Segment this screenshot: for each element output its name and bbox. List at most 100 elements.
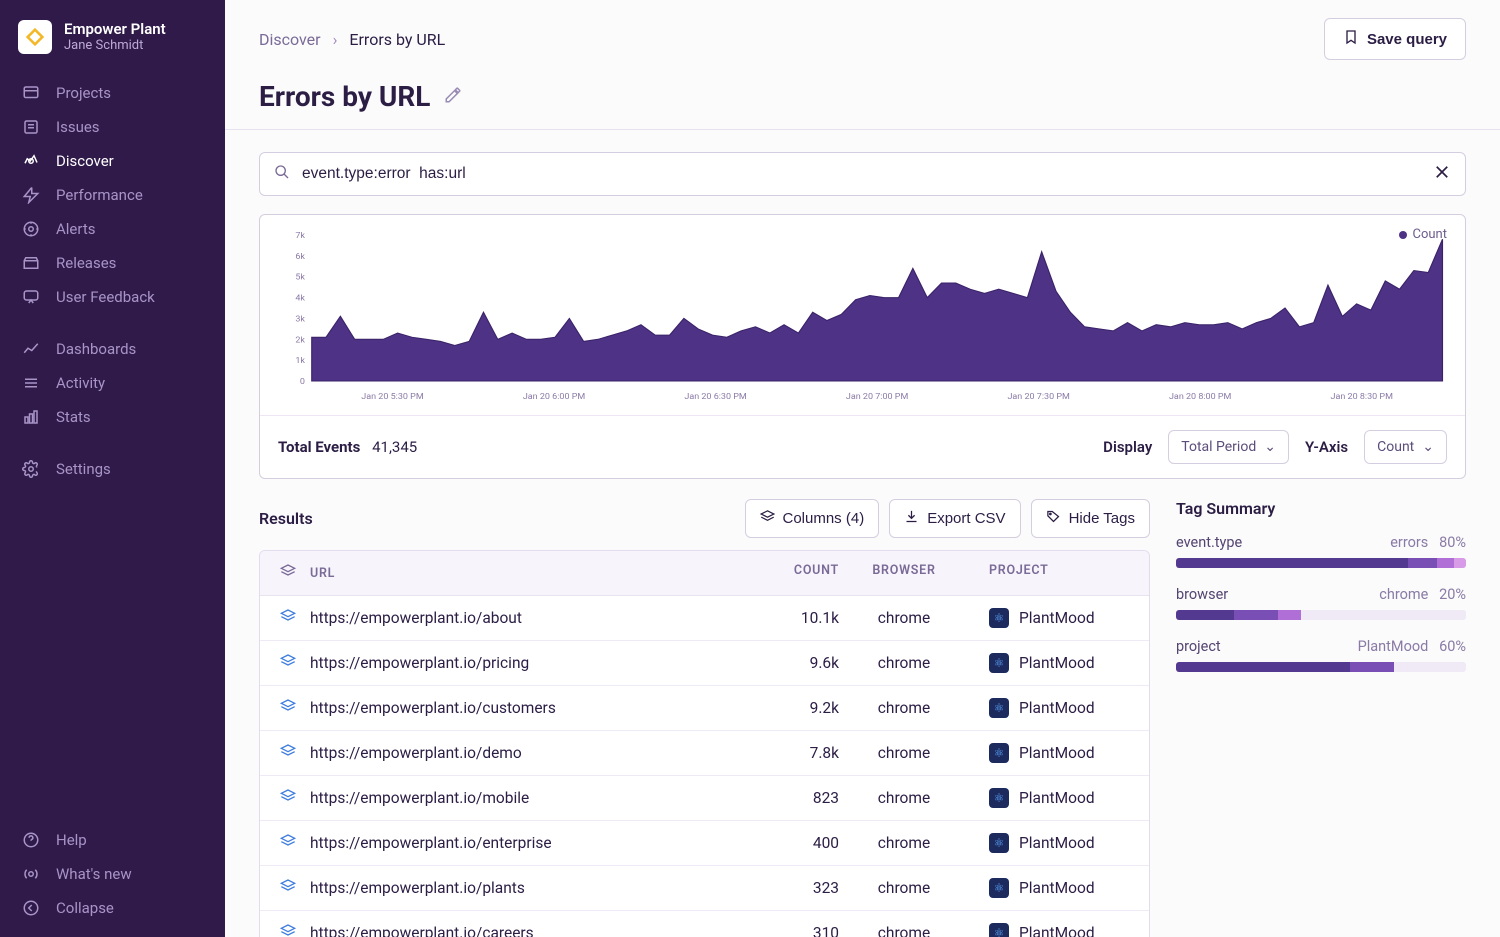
row-count: 823 (729, 789, 839, 807)
breadcrumb-current: Errors by URL (349, 30, 445, 49)
th-browser[interactable]: BROWSER (872, 563, 935, 578)
display-label: Display (1103, 438, 1152, 456)
row-url[interactable]: https://empowerplant.io/mobile (310, 789, 529, 807)
sidebar-item-label: Collapse (56, 899, 114, 917)
display-select[interactable]: Total Period ⌄ (1168, 430, 1289, 464)
sidebar-item-collapse[interactable]: Collapse (0, 891, 225, 925)
tag-summary-panel: Tag Summary event.typeerrors 80%browserc… (1176, 499, 1466, 937)
sidebar-item-issues[interactable]: Issues (0, 110, 225, 144)
sidebar-item-alerts[interactable]: Alerts (0, 212, 225, 246)
save-query-label: Save query (1367, 31, 1447, 48)
table-row[interactable]: https://empowerplant.io/customers9.2kchr… (260, 686, 1149, 731)
row-project: PlantMood (1019, 924, 1095, 937)
sidebar-item-activity[interactable]: Activity (0, 366, 225, 400)
sidebar-item-label: Settings (56, 460, 111, 478)
clear-search-icon[interactable] (1433, 163, 1451, 185)
yaxis-select[interactable]: Count ⌄ (1364, 430, 1447, 464)
row-browser: chrome (839, 744, 969, 762)
results-table: URL COUNT BROWSER PROJECT https://empowe… (259, 550, 1150, 937)
row-url[interactable]: https://empowerplant.io/enterprise (310, 834, 552, 852)
layers-icon (280, 743, 296, 763)
row-url[interactable]: https://empowerplant.io/plants (310, 879, 525, 897)
row-project: PlantMood (1019, 699, 1095, 717)
layers-icon (280, 788, 296, 808)
row-count: 400 (729, 834, 839, 852)
svg-text:4k: 4k (295, 294, 305, 303)
sidebar-item-performance[interactable]: Performance (0, 178, 225, 212)
sidebar-item-help[interactable]: Help (0, 823, 225, 857)
breadcrumb-root[interactable]: Discover (259, 30, 321, 49)
sidebar-item-label: What's new (56, 865, 132, 883)
th-project[interactable]: PROJECT (989, 563, 1049, 578)
row-url[interactable]: https://empowerplant.io/demo (310, 744, 522, 762)
brand-area[interactable]: Empower Plant Jane Schmidt (0, 12, 225, 72)
total-events-value: 41,345 (372, 438, 417, 456)
yaxis-label: Y-Axis (1305, 438, 1348, 456)
tag-key: browser (1176, 586, 1228, 603)
svg-text:5k: 5k (295, 273, 305, 282)
page-title: Errors by URL (259, 80, 430, 113)
table-row[interactable]: https://empowerplant.io/plants323chrome⚛… (260, 866, 1149, 911)
row-project: PlantMood (1019, 654, 1095, 672)
tag-top-label: errors (1390, 534, 1428, 551)
th-count[interactable]: COUNT (794, 563, 839, 578)
sidebar-item-label: Activity (56, 374, 105, 392)
sidebar-item-projects[interactable]: Projects (0, 76, 225, 110)
tag-top-label: chrome (1379, 586, 1428, 603)
help-icon (22, 831, 40, 849)
table-row[interactable]: https://empowerplant.io/enterprise400chr… (260, 821, 1149, 866)
row-project: PlantMood (1019, 879, 1095, 897)
export-csv-button[interactable]: Export CSV (889, 499, 1020, 538)
main: Discover › Errors by URL Save query Erro… (225, 0, 1500, 937)
sidebar-item-label: Performance (56, 186, 143, 204)
table-row[interactable]: https://empowerplant.io/pricing9.6kchrom… (260, 641, 1149, 686)
tag-item[interactable]: projectPlantMood 60% (1176, 638, 1466, 672)
th-url[interactable]: URL (310, 566, 335, 581)
projects-icon (22, 84, 40, 102)
sidebar-item-releases[interactable]: Releases (0, 246, 225, 280)
alerts-icon (22, 220, 40, 238)
table-row[interactable]: https://empowerplant.io/about10.1kchrome… (260, 596, 1149, 641)
breadcrumb: Discover › Errors by URL (259, 30, 445, 49)
tag-top-pct: 80% (1439, 534, 1466, 551)
sidebar-item-user-feedback[interactable]: User Feedback (0, 280, 225, 314)
tag-item[interactable]: event.typeerrors 80% (1176, 534, 1466, 568)
svg-text:Jan 20 7:30 PM: Jan 20 7:30 PM (1007, 392, 1069, 401)
search-icon (274, 164, 290, 184)
table-header: URL COUNT BROWSER PROJECT (260, 551, 1149, 596)
row-url[interactable]: https://empowerplant.io/careers (310, 924, 534, 937)
tag-bar (1176, 662, 1466, 672)
project-icon: ⚛ (989, 743, 1009, 763)
row-url[interactable]: https://empowerplant.io/about (310, 609, 522, 627)
row-url[interactable]: https://empowerplant.io/customers (310, 699, 556, 717)
chevron-right-icon: › (333, 30, 338, 49)
row-url[interactable]: https://empowerplant.io/pricing (310, 654, 529, 672)
hide-tags-button[interactable]: Hide Tags (1031, 499, 1150, 538)
yaxis-value: Count (1377, 439, 1414, 455)
sidebar-item-dashboards[interactable]: Dashboards (0, 332, 225, 366)
search-input[interactable] (302, 165, 1421, 183)
sidebar-item-settings[interactable]: Settings (0, 452, 225, 486)
table-row[interactable]: https://empowerplant.io/careers310chrome… (260, 911, 1149, 937)
sidebar-item-label: Releases (56, 254, 116, 272)
sidebar-item-stats[interactable]: Stats (0, 400, 225, 434)
svg-text:1k: 1k (295, 357, 305, 366)
columns-button[interactable]: Columns (4) (745, 499, 880, 538)
sidebar-item-what-s-new[interactable]: What's new (0, 857, 225, 891)
save-query-button[interactable]: Save query (1324, 18, 1466, 60)
sidebar-item-label: Help (56, 831, 87, 849)
table-row[interactable]: https://empowerplant.io/demo7.8kchrome⚛P… (260, 731, 1149, 776)
chart-legend: Count (1399, 227, 1447, 242)
row-project: PlantMood (1019, 744, 1095, 762)
layers-icon (280, 608, 296, 628)
table-row[interactable]: https://empowerplant.io/mobile823chrome⚛… (260, 776, 1149, 821)
search-bar[interactable] (259, 152, 1466, 196)
chart-area[interactable]: 01k2k3k4k5k6k7kJan 20 5:30 PMJan 20 6:00… (278, 229, 1447, 409)
edit-title-icon[interactable] (444, 86, 462, 108)
user-feedback-icon (22, 288, 40, 306)
chevron-down-icon: ⌄ (1264, 439, 1276, 455)
tag-item[interactable]: browserchrome 20% (1176, 586, 1466, 620)
svg-text:7k: 7k (295, 231, 305, 240)
sidebar-item-discover[interactable]: Discover (0, 144, 225, 178)
layers-icon (280, 878, 296, 898)
